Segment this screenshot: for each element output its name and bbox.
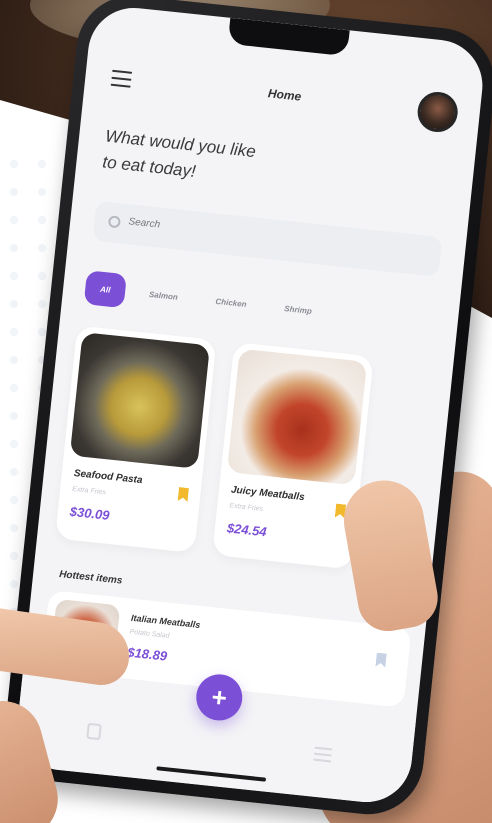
food-price: $30.09: [69, 503, 111, 523]
search-bar[interactable]: [92, 200, 443, 277]
food-price: $18.89: [126, 644, 168, 664]
list-icon[interactable]: [313, 746, 333, 763]
food-subtitle: Potato Salad: [129, 628, 170, 640]
tab-all[interactable]: All: [83, 270, 127, 309]
bookmark-icon[interactable]: [375, 653, 386, 668]
page-title: Home: [267, 86, 302, 104]
food-image-meatballs: [226, 348, 368, 486]
search-icon: [107, 215, 121, 229]
food-subtitle: Extra Fries: [71, 485, 107, 497]
phone-screen: Home What would you like to eat today! A…: [13, 3, 487, 807]
cart-icon[interactable]: [86, 722, 102, 741]
tab-shrimp[interactable]: Shrimp: [268, 289, 328, 330]
avatar[interactable]: [415, 90, 460, 134]
bookmark-icon[interactable]: [178, 487, 189, 502]
food-name: Seafood Pasta: [73, 467, 143, 487]
food-card-seafood-pasta[interactable]: Seafood Pasta Extra Fries $30.09: [54, 325, 217, 553]
tab-chicken[interactable]: Chicken: [199, 282, 263, 323]
food-name: Italian Meatballs: [130, 612, 201, 630]
food-price: $24.54: [226, 520, 268, 540]
search-input[interactable]: [127, 216, 328, 249]
tab-salmon[interactable]: Salmon: [133, 275, 194, 316]
food-name: Juicy Meatballs: [230, 484, 306, 504]
top-bar: Home: [109, 58, 460, 138]
food-image-pasta: [69, 332, 211, 469]
phone: Home What would you like to eat today! A…: [0, 0, 492, 820]
greeting-headline: What would you like to eat today!: [101, 123, 365, 202]
food-subtitle: Extra Fries: [228, 502, 264, 513]
home-indicator: [156, 766, 267, 782]
section-title-hottest: Hottest items: [58, 569, 123, 587]
